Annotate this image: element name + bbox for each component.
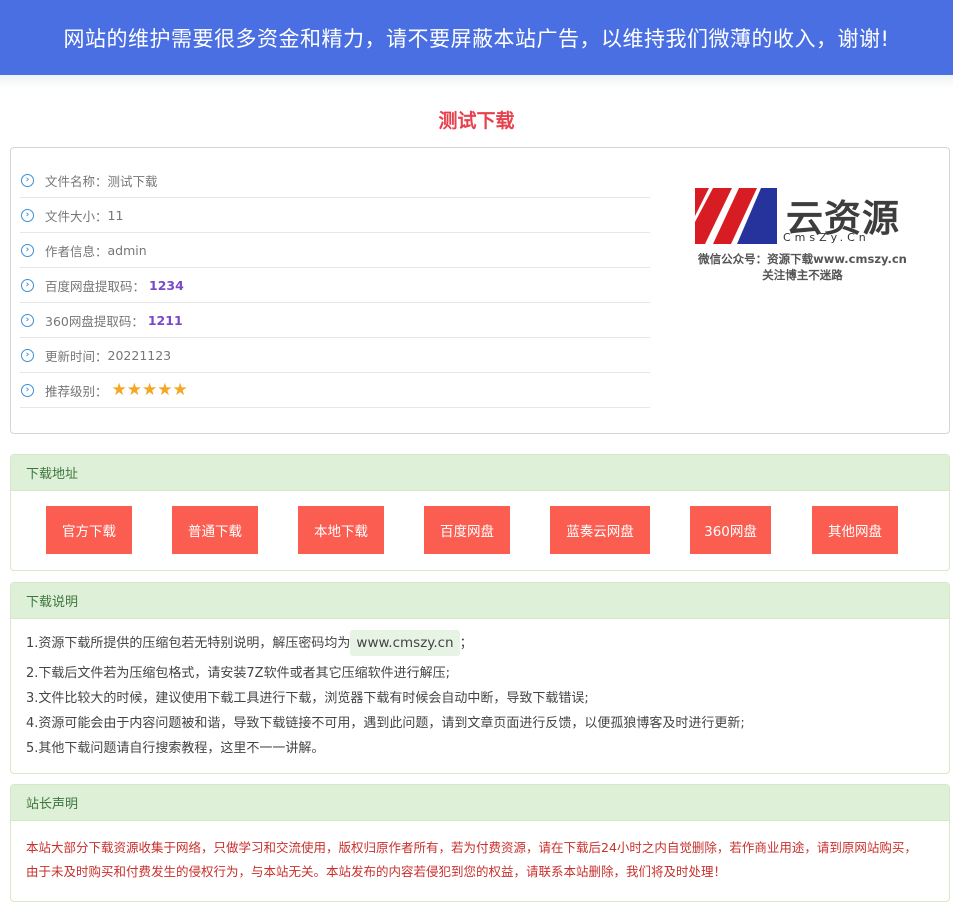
chevron-circle-icon: › (21, 208, 34, 222)
official-download-button[interactable]: 官方下载 (46, 506, 132, 554)
chevron-circle-icon: › (21, 348, 34, 362)
logo-caption: 微信公众号：资源下载www.cmszy.cn 关注博主不迷路 (690, 251, 915, 283)
statement-panel-title: 站长声明 (11, 785, 949, 821)
unzip-password: www.cmszy.cn (350, 630, 460, 656)
ad-notice-text: 网站的维护需要很多资金和精力，请不要屏蔽本站广告，以维持我们微薄的收入，谢谢! (63, 26, 890, 51)
other-pan-button[interactable]: 其他网盘 (812, 506, 898, 554)
info-row-rating: › 推荐级别： ★★★★★ (20, 373, 650, 408)
info-row-360-code: › 360网盘提取码： 1211 (20, 303, 650, 338)
info-label: 文件大小： (45, 208, 108, 224)
note-1-text: 1.资源下载所提供的压缩包若无特别说明，解压密码均为 (26, 636, 351, 651)
info-label: 作者信息： (45, 243, 108, 259)
note-line-3: 3.文件比较大的时候，建议使用下载工具进行下载，浏览器下载有时候会自动中断，导致… (26, 691, 589, 706)
info-value: 11 (107, 207, 124, 223)
360-extract-code: 1211 (147, 312, 183, 328)
info-label: 更新时间： (45, 348, 108, 364)
chevron-circle-icon: › (21, 173, 34, 187)
follow-caption: 关注博主不迷路 (762, 268, 843, 282)
note-1-end: ； (459, 636, 473, 651)
info-label: 推荐级别： (45, 383, 108, 399)
note-line-5: 5.其他下载问题请自行搜索教程，这里不一一讲解。 (26, 741, 325, 756)
local-download-button[interactable]: 本地下载 (298, 506, 384, 554)
info-label: 百度网盘提取码： (45, 278, 146, 294)
statement-text: 本站大部分下载资源收集于网络，只做学习和交流使用，版权归原作者所有，若为付费资源… (26, 840, 917, 879)
info-row-filename: › 文件名称： 测试下载 (20, 163, 650, 198)
note-line-2: 2.下载后文件若为压缩包格式，请安装7Z软件或者其它压缩软件进行解压; (26, 666, 450, 681)
chevron-circle-icon: › (21, 383, 34, 397)
info-row-baidu-code: › 百度网盘提取码： 1234 (20, 268, 650, 303)
info-row-update-time: › 更新时间： 20221123 (20, 338, 650, 373)
info-value: 20221123 (107, 347, 172, 363)
info-label: 360网盘提取码： (45, 313, 144, 329)
banner-shadow (0, 75, 953, 89)
info-label: 文件名称： (45, 173, 108, 189)
info-value: admin (107, 242, 147, 258)
info-value: 测试下载 (107, 173, 158, 189)
download-panel-title: 下载地址 (11, 455, 949, 491)
wechat-caption: 微信公众号：资源下载www.cmszy.cn (698, 252, 907, 266)
baidu-extract-code: 1234 (149, 277, 184, 293)
logo-mark-icon (695, 188, 777, 244)
info-row-author: › 作者信息： admin (20, 233, 650, 268)
360-pan-button[interactable]: 360网盘 (690, 506, 771, 554)
normal-download-button[interactable]: 普通下载 (172, 506, 258, 554)
lanzou-pan-button[interactable]: 蓝奏云网盘 (550, 506, 650, 554)
baidu-pan-button[interactable]: 百度网盘 (424, 506, 510, 554)
info-row-filesize: › 文件大小： 11 (20, 198, 650, 233)
chevron-circle-icon: › (21, 278, 34, 292)
star-rating: ★★★★★ (111, 380, 188, 400)
note-line-4: 4.资源可能会由于内容问题被和谐，导致下载链接不可用，遇到此问题，请到文章页面进… (26, 716, 745, 731)
chevron-circle-icon: › (21, 313, 34, 327)
instructions-panel-title: 下载说明 (11, 583, 949, 619)
page-title: 测试下载 (438, 110, 515, 132)
chevron-circle-icon: › (21, 243, 34, 257)
ad-notice-banner: 网站的维护需要很多资金和精力，请不要屏蔽本站广告，以维持我们微薄的收入，谢谢! (0, 0, 953, 75)
note-line-1: 1.资源下载所提供的压缩包若无特别说明，解压密码均为 www.cmszy.cn； (26, 630, 473, 656)
site-logo: 云资源 CmsZy.Cn (695, 186, 905, 246)
logo-sub-text: CmsZy.Cn (783, 231, 870, 244)
